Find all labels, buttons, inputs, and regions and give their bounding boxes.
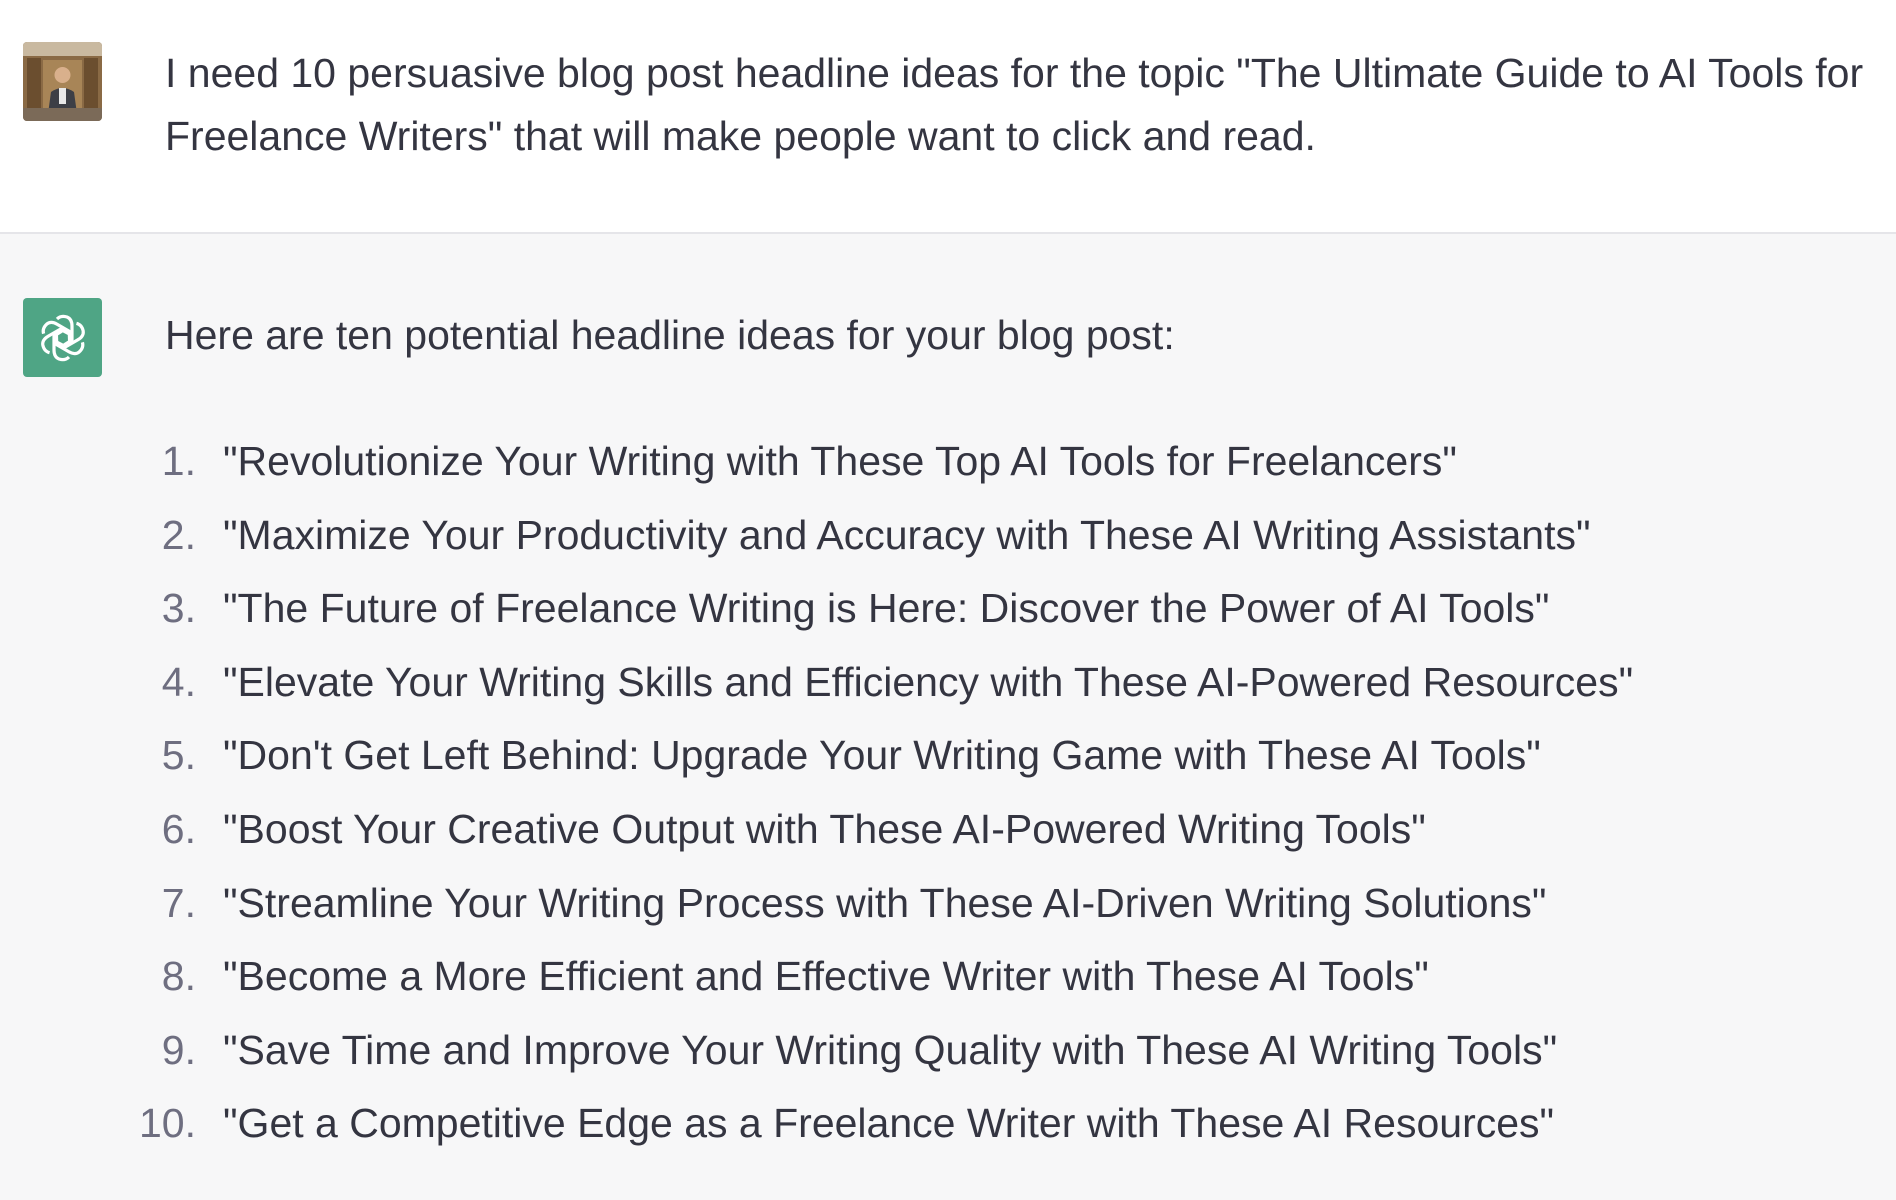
headline-text: "Become a More Efficient and Effective W… <box>223 953 1429 1000</box>
headline-text: "Streamline Your Writing Process with Th… <box>223 879 1547 926</box>
headline-text: "Elevate Your Writing Skills and Efficie… <box>223 658 1634 705</box>
openai-logo-icon <box>23 298 102 377</box>
list-item: 10. "Get a Competitive Edge as a Freelan… <box>0 1092 1896 1166</box>
list-item: 4. "Elevate Your Writing Skills and Effi… <box>0 651 1896 725</box>
headline-text: "The Future of Freelance Writing is Here… <box>223 585 1550 632</box>
user-message-text: I need 10 persuasive blog post headline … <box>165 50 1864 159</box>
headline-text: "Don't Get Left Behind: Upgrade Your Wri… <box>223 732 1541 779</box>
list-number: 10. <box>139 1100 196 1147</box>
headline-list: 1. "Revolutionize Your Writing with Thes… <box>0 430 1896 1166</box>
list-item: 8. "Become a More Efficient and Effectiv… <box>0 945 1896 1019</box>
list-item: 9. "Save Time and Improve Your Writing Q… <box>0 1019 1896 1093</box>
list-number: 3. <box>161 585 196 632</box>
list-number: 4. <box>161 658 196 705</box>
list-number: 2. <box>161 511 196 558</box>
list-item: 1. "Revolutionize Your Writing with Thes… <box>0 430 1896 504</box>
list-number: 6. <box>161 805 196 852</box>
list-item: 2. "Maximize Your Productivity and Accur… <box>0 504 1896 578</box>
headline-text: "Save Time and Improve Your Writing Qual… <box>223 1026 1558 1073</box>
headline-text: "Get a Competitive Edge as a Freelance W… <box>223 1100 1555 1147</box>
list-number: 7. <box>161 879 196 926</box>
assistant-intro-text: Here are ten potential headline ideas fo… <box>165 312 1175 358</box>
headline-text: "Maximize Your Productivity and Accuracy… <box>223 511 1591 558</box>
headline-text: "Boost Your Creative Output with These A… <box>223 805 1426 852</box>
list-item: 6. "Boost Your Creative Output with Thes… <box>0 798 1896 872</box>
list-item: 3. "The Future of Freelance Writing is H… <box>0 577 1896 651</box>
user-avatar-icon <box>23 42 102 121</box>
headline-text: "Revolutionize Your Writing with These T… <box>223 438 1457 484</box>
list-number: 1. <box>161 438 196 484</box>
list-number: 8. <box>161 953 196 1000</box>
list-item: 7. "Streamline Your Writing Process with… <box>0 872 1896 946</box>
list-number: 5. <box>161 732 196 779</box>
list-item: 5. "Don't Get Left Behind: Upgrade Your … <box>0 724 1896 798</box>
list-number: 9. <box>161 1026 196 1073</box>
